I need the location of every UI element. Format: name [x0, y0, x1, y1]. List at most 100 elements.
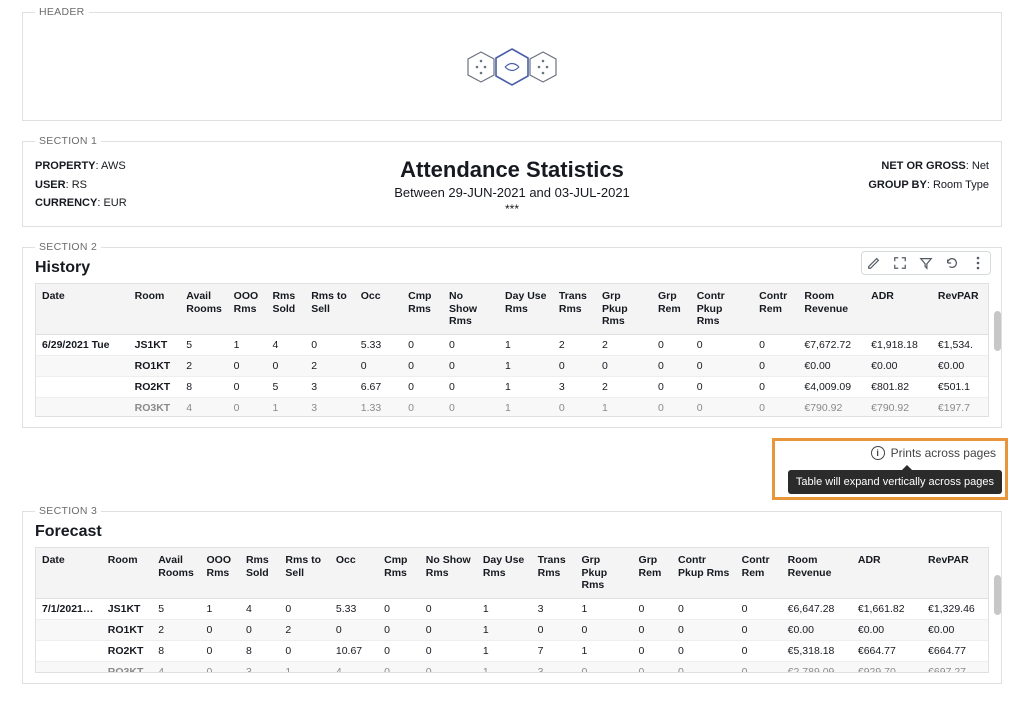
prints-across-pages[interactable]: i Prints across pages — [871, 446, 996, 460]
header-box: HEADER — [22, 6, 1002, 121]
cell: 2 — [305, 355, 355, 376]
column-header[interactable]: Room — [129, 284, 181, 334]
cell: 2 — [596, 376, 652, 397]
cell: 5 — [152, 598, 200, 619]
column-header[interactable]: ADR — [852, 548, 922, 598]
netgross-label: NET OR GROSS — [881, 160, 965, 172]
cell: €0.00 — [922, 619, 988, 640]
section1-left: PROPERTY: AWS USER: RS CURRENCY: EUR — [35, 157, 394, 216]
cell: 0 — [200, 640, 239, 661]
column-header[interactable]: RevPAR — [932, 284, 988, 334]
hex-right-icon — [529, 51, 557, 83]
cell: 7 — [532, 640, 576, 661]
cell: 4 — [152, 661, 200, 673]
cell: 0 — [228, 355, 267, 376]
cell: 0 — [266, 355, 305, 376]
column-header[interactable]: Trans Rms — [532, 548, 576, 598]
column-header[interactable]: Room Revenue — [798, 284, 865, 334]
column-header[interactable]: OOO Rms — [228, 284, 267, 334]
column-header[interactable]: Date — [36, 548, 102, 598]
column-header[interactable]: No Show Rms — [443, 284, 499, 334]
column-header[interactable]: Rms Sold — [240, 548, 279, 598]
section1-legend: SECTION 1 — [35, 135, 101, 147]
column-header[interactable]: ADR — [865, 284, 932, 334]
cell: €0.00 — [798, 355, 865, 376]
column-header[interactable]: OOO Rms — [200, 548, 239, 598]
column-header[interactable]: Contr Rem — [753, 284, 798, 334]
date-cell: 7/1/2021 Thu — [36, 598, 102, 619]
cell: 0 — [633, 619, 672, 640]
column-header[interactable]: Grp Rem — [652, 284, 691, 334]
column-header[interactable]: Occ — [355, 284, 402, 334]
cell: €1,918.18 — [865, 334, 932, 355]
filter-icon[interactable] — [918, 255, 934, 271]
history-scrollbar[interactable] — [994, 311, 1001, 351]
column-header[interactable]: Contr Rem — [736, 548, 782, 598]
table-row[interactable]: RO3KT4031400130000€2,789.09€929.70€697.2… — [36, 661, 988, 673]
column-header[interactable]: Grp Rem — [633, 548, 672, 598]
date-cell — [36, 619, 102, 640]
column-header[interactable]: Avail Rooms — [180, 284, 227, 334]
column-header[interactable]: Rms Sold — [266, 284, 305, 334]
cell: 1 — [279, 661, 329, 673]
header-logo-area — [35, 24, 989, 110]
table-row[interactable]: RO1KT2002000100000€0.00€0.00€0.00 — [36, 619, 988, 640]
cell: 0 — [279, 598, 329, 619]
table-row[interactable]: RO3KT40131.3300101000€790.92€790.92€197.… — [36, 397, 988, 417]
column-header[interactable]: RevPAR — [922, 548, 988, 598]
column-header[interactable]: Contr Pkup Rms — [672, 548, 736, 598]
table-row[interactable]: RO1KT2002000100000€0.00€0.00€0.00 — [36, 355, 988, 376]
cell: 2 — [279, 619, 329, 640]
column-header[interactable]: Cmp Rms — [402, 284, 443, 334]
column-header[interactable]: Date — [36, 284, 129, 334]
cell: 0 — [355, 355, 402, 376]
expand-icon[interactable] — [892, 255, 908, 271]
pencil-icon[interactable] — [866, 255, 882, 271]
column-header[interactable]: Contr Pkup Rms — [691, 284, 753, 334]
column-header[interactable]: Rms to Sell — [305, 284, 355, 334]
column-header[interactable]: Occ — [330, 548, 378, 598]
refresh-icon[interactable] — [944, 255, 960, 271]
column-header[interactable]: Cmp Rms — [378, 548, 420, 598]
section2-box: SECTION 2 History DateRoomAvail RoomsOOO… — [22, 241, 1002, 428]
cell: 0 — [402, 376, 443, 397]
column-header[interactable]: Room — [102, 548, 152, 598]
cell: 0 — [402, 334, 443, 355]
info-icon: i — [871, 446, 885, 460]
date-cell — [36, 640, 102, 661]
column-header[interactable]: Room Revenue — [782, 548, 852, 598]
table-row[interactable]: RO2KT80536.6700132000€4,009.09€801.82€50… — [36, 376, 988, 397]
cell: 0 — [753, 334, 798, 355]
cell: 2 — [180, 355, 227, 376]
forecast-table: DateRoomAvail RoomsOOO RmsRms SoldRms to… — [36, 548, 988, 673]
currency-label: CURRENCY — [35, 197, 97, 209]
cell: 0 — [753, 397, 798, 417]
column-header[interactable]: Trans Rms — [553, 284, 596, 334]
table-row[interactable]: 6/29/2021 TueJS1KT51405.3300122000€7,672… — [36, 334, 988, 355]
column-header[interactable]: Avail Rooms — [152, 548, 200, 598]
more-icon[interactable] — [970, 255, 986, 271]
date-cell: 6/29/2021 Tue — [36, 334, 129, 355]
groupby-value: Room Type — [933, 179, 989, 191]
column-header[interactable]: Day Use Rms — [477, 548, 532, 598]
cell: 0 — [596, 355, 652, 376]
column-header[interactable]: Day Use Rms — [499, 284, 553, 334]
cell: 1 — [499, 334, 553, 355]
cell: 0 — [443, 334, 499, 355]
column-header[interactable]: Rms to Sell — [279, 548, 329, 598]
prints-label: Prints across pages — [891, 446, 996, 460]
cell: 0 — [378, 619, 420, 640]
cell: €0.00 — [852, 619, 922, 640]
cell: €4,009.09 — [798, 376, 865, 397]
table-row[interactable]: RO2KT808010.6700171000€5,318.18€664.77€6… — [36, 640, 988, 661]
cell: 0 — [652, 376, 691, 397]
forecast-scrollbar[interactable] — [994, 575, 1001, 615]
column-header[interactable]: Grp Pkup Rms — [596, 284, 652, 334]
table-row[interactable]: 7/1/2021 ThuJS1KT51405.3300131000€6,647.… — [36, 598, 988, 619]
column-header[interactable]: Grp Pkup Rms — [576, 548, 633, 598]
cell: 0 — [443, 376, 499, 397]
cell: 0 — [443, 355, 499, 376]
cell: 0 — [691, 376, 753, 397]
column-header[interactable]: No Show Rms — [420, 548, 477, 598]
cell: 1 — [228, 334, 267, 355]
